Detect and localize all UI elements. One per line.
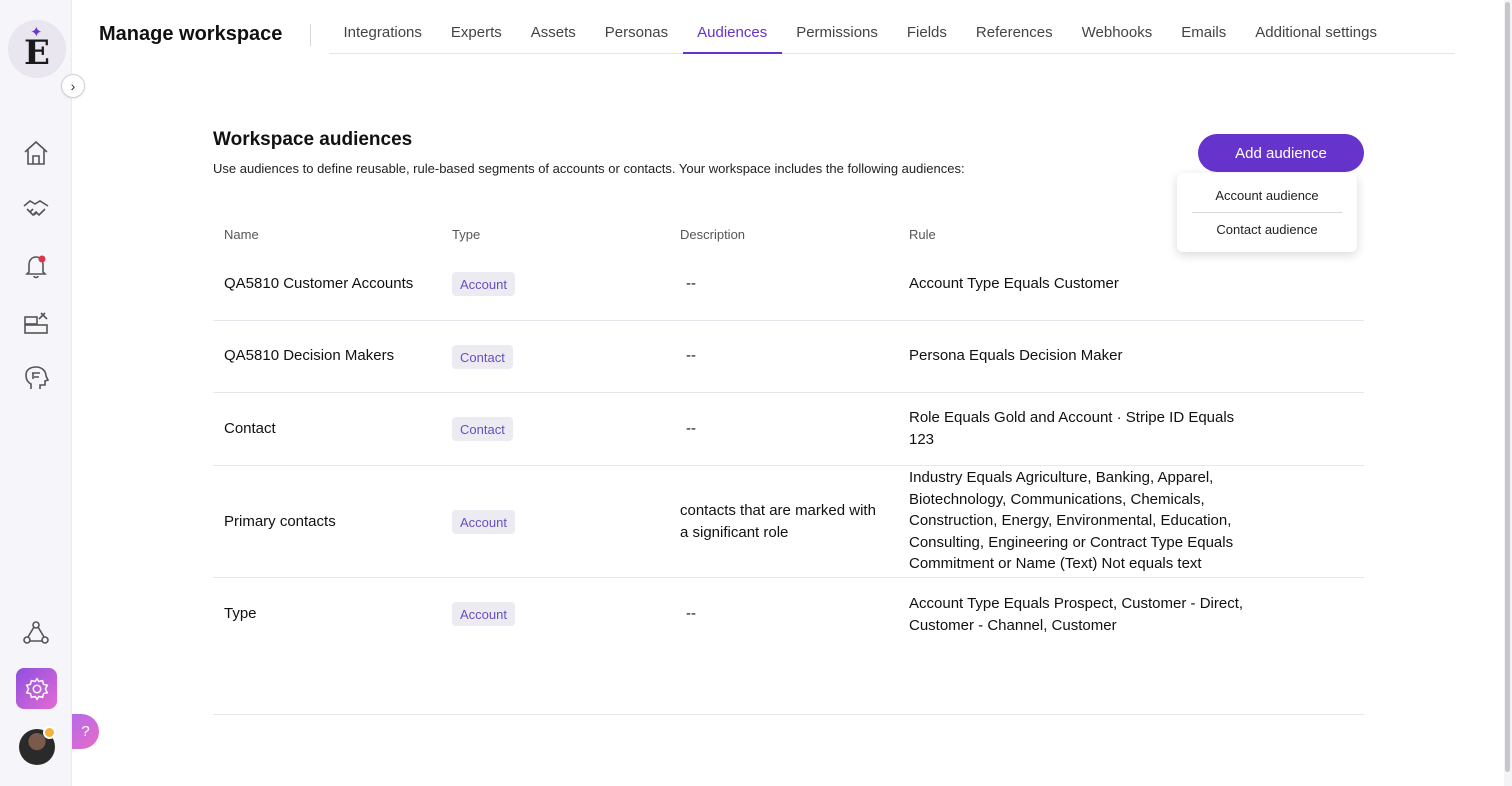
audience-name: Contact (224, 420, 276, 437)
add-audience-menu: Account audience Contact audience (1177, 173, 1357, 252)
tab-personas[interactable]: Personas (590, 14, 682, 54)
table-row[interactable]: Type Account -- Account Type Equals Pros… (213, 578, 1364, 650)
tab-assets[interactable]: Assets (516, 14, 590, 54)
help-button[interactable]: ? (72, 714, 99, 749)
audience-rule: Account Type Equals Prospect, Customer -… (909, 595, 1244, 634)
page-title: Manage workspace (99, 23, 283, 45)
sparkle-icon: ✦ (30, 24, 43, 41)
section-description: Use audiences to define reusable, rule-b… (213, 161, 965, 176)
audience-rule: Persona Equals Decision Maker (909, 347, 1123, 364)
audience-description: -- (686, 275, 696, 292)
audience-name: QA5810 Decision Makers (224, 347, 395, 364)
type-badge: Account (452, 272, 515, 296)
workspace-logo[interactable]: ✦ E (8, 20, 66, 78)
expand-sidebar-button[interactable]: › (61, 74, 85, 98)
table-row[interactable]: QA5810 Decision Makers Contact -- Person… (213, 321, 1364, 393)
audience-description: contacts that are marked with a signific… (680, 502, 876, 541)
tab-emails[interactable]: Emails (1167, 14, 1241, 54)
section-title: Workspace audiences (213, 129, 413, 150)
tab-references[interactable]: References (961, 14, 1067, 54)
scrollbar-thumb[interactable] (1505, 2, 1510, 772)
table-row[interactable]: QA5810 Customer Accounts Account -- Acco… (213, 248, 1364, 321)
settings-tabs: Integrations Experts Assets Personas Aud… (329, 14, 1455, 54)
gear-icon (25, 676, 48, 701)
tab-experts[interactable]: Experts (436, 14, 516, 54)
column-header-name: Name (224, 227, 259, 242)
type-badge: Account (452, 510, 515, 534)
home-icon[interactable] (20, 137, 52, 169)
audience-rule: Industry Equals Agriculture, Banking, Ap… (909, 469, 1234, 572)
table-bottom-divider (213, 714, 1364, 715)
title-divider (310, 24, 311, 46)
table-row[interactable]: Primary contacts Account contacts that a… (213, 466, 1364, 578)
menu-item-account-audience[interactable]: Account audience (1192, 179, 1342, 211)
column-header-type: Type (452, 227, 481, 242)
audience-name: QA5810 Customer Accounts (224, 275, 414, 292)
tab-permissions[interactable]: Permissions (782, 14, 893, 54)
bell-icon[interactable] (20, 250, 52, 282)
audience-name: Type (224, 605, 257, 622)
type-badge: Account (452, 602, 515, 626)
add-audience-button[interactable]: Add audience (1198, 134, 1364, 172)
audience-rule: Role Equals Gold and Account · Stripe ID… (909, 409, 1235, 448)
handshake-icon[interactable] (20, 193, 52, 225)
audience-description: -- (686, 347, 696, 364)
column-header-description: Description (680, 227, 746, 242)
column-header-rule: Rule (909, 227, 936, 242)
table-row[interactable]: Contact Contact -- Role Equals Gold and … (213, 393, 1364, 466)
tab-integrations[interactable]: Integrations (329, 14, 436, 54)
tab-audiences[interactable]: Audiences (682, 14, 782, 54)
settings-button[interactable] (16, 668, 57, 709)
brain-head-icon[interactable] (20, 362, 52, 394)
audience-rule: Account Type Equals Customer (909, 275, 1119, 292)
tab-webhooks[interactable]: Webhooks (1067, 14, 1167, 54)
type-badge: Contact (452, 345, 513, 369)
audience-description: -- (686, 420, 696, 437)
audience-description: -- (686, 605, 696, 622)
avatar-status-badge (43, 726, 56, 739)
network-icon[interactable] (20, 617, 52, 649)
menu-item-contact-audience[interactable]: Contact audience (1192, 213, 1342, 245)
tab-additional-settings[interactable]: Additional settings (1241, 14, 1392, 54)
audience-name: Primary contacts (224, 513, 336, 530)
tab-fields[interactable]: Fields (892, 14, 961, 54)
type-badge: Contact (452, 417, 513, 441)
tools-icon[interactable] (20, 306, 52, 338)
